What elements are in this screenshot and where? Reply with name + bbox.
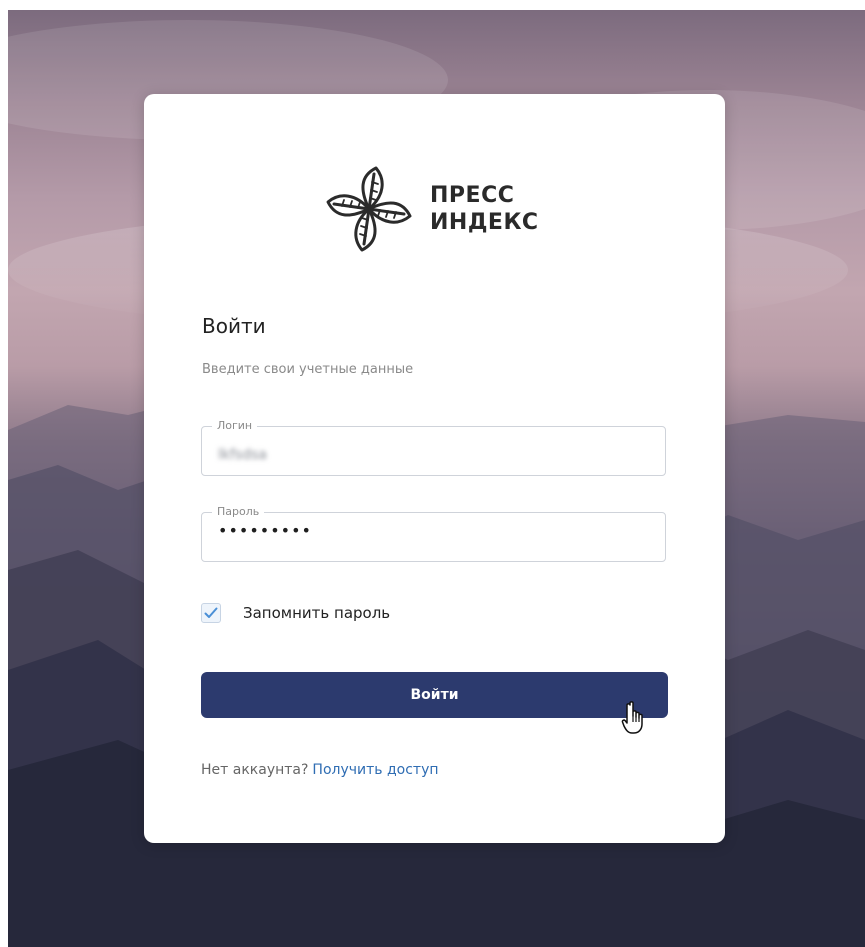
- login-field: Логин: [201, 418, 666, 476]
- page-title: Войти: [202, 314, 266, 338]
- password-field: Пароль •••••••••: [201, 504, 666, 562]
- get-access-link[interactable]: Получить доступ: [312, 762, 438, 778]
- login-input[interactable]: [202, 427, 665, 475]
- check-icon: [204, 607, 218, 618]
- remember-checkbox[interactable]: [201, 603, 221, 623]
- password-input[interactable]: •••••••••: [202, 513, 665, 561]
- hand-pointer-cursor-icon: [621, 701, 643, 734]
- logo-wordmark: ПРЕСС ИНДЕКС: [430, 182, 539, 236]
- signup-prompt: Нет аккаунта? Получить доступ: [201, 762, 439, 778]
- no-account-text: Нет аккаунта?: [201, 762, 309, 778]
- press-index-logo: ПРЕСС ИНДЕКС: [320, 160, 560, 260]
- logo-line-2: ИНДЕКС: [430, 210, 539, 235]
- remember-password-row[interactable]: Запомнить пароль: [201, 600, 390, 626]
- login-button[interactable]: Войти: [201, 672, 668, 718]
- logo-line-1: ПРЕСС: [430, 183, 515, 208]
- login-screen: ПРЕСС ИНДЕКС Войти Введите свои учетные …: [0, 0, 865, 947]
- page-subtitle: Введите свои учетные данные: [202, 362, 414, 377]
- leaf-pinwheel-logo-icon: [326, 166, 412, 252]
- remember-label: Запомнить пароль: [243, 604, 391, 622]
- login-card: ПРЕСС ИНДЕКС Войти Введите свои учетные …: [144, 94, 725, 843]
